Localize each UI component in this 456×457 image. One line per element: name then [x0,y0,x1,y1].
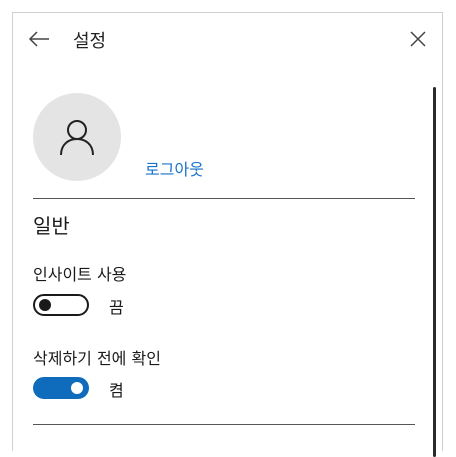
divider [33,424,415,425]
toggle-knob [39,299,51,311]
confirm-delete-toggle-state: 켬 [109,381,124,400]
avatar [33,93,121,181]
insights-toggle-state: 끔 [109,298,124,317]
page-title: 설정 [73,31,107,52]
section-title-general: 일반 [33,214,70,238]
confirm-delete-toggle[interactable] [33,377,89,399]
back-arrow-icon [28,31,49,47]
close-button[interactable] [404,25,432,53]
logout-link[interactable]: 로그아웃 [145,156,204,180]
user-icon [60,120,94,156]
back-button[interactable] [25,25,53,53]
scrollbar[interactable] [433,87,436,457]
insights-toggle[interactable] [33,294,89,316]
setting-label-insights: 인사이트 사용 [33,265,127,284]
divider [33,198,415,199]
setting-label-confirm-delete: 삭제하기 전에 확인 [33,349,161,368]
close-icon [410,31,426,47]
settings-panel: 설정 로그아웃 일반 인사이트 사용 끔 삭제하기 전에 확인 켬 [12,12,443,457]
toggle-knob [71,382,83,394]
